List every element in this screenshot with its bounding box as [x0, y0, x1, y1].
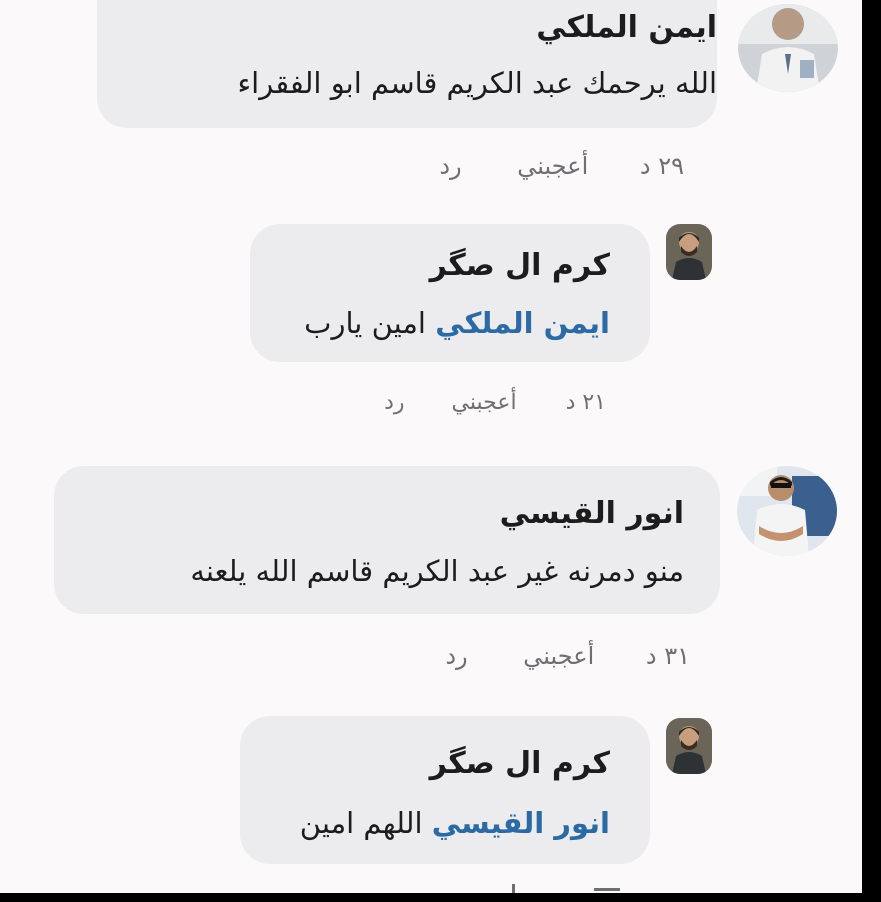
like-button[interactable]: أعجبني: [517, 152, 588, 180]
comment-bubble: ايمن الملكي الله يرحمك عبد الكريم قاسم ا…: [97, 0, 717, 128]
reply-button[interactable]: رد: [445, 642, 467, 670]
comment-time: ٣١ د: [645, 642, 690, 670]
like-button[interactable]: أعجبني: [452, 390, 517, 415]
avatar-karam[interactable]: [666, 718, 712, 774]
comment-time: ٢١ د: [565, 390, 606, 415]
comments-panel: ايمن الملكي الله يرحمك عبد الكريم قاسم ا…: [0, 0, 862, 893]
comment-author[interactable]: كرم ال صگر: [430, 746, 610, 781]
comment-text: الله يرحمك عبد الكريم قاسم ابو الفقراء: [237, 66, 717, 100]
reply-button[interactable]: رد: [439, 152, 461, 180]
comment-author[interactable]: انور القيسي: [500, 496, 684, 531]
reply-bubble: كرم ال صگر ايمن الملكي امين يارب: [250, 224, 650, 362]
reply-bubble: كرم ال صگر انور القيسي اللهم امين: [240, 716, 650, 864]
comment-actions: ٣١ د أعجبني رد: [445, 642, 690, 670]
reply-button[interactable]: رد: [384, 390, 404, 415]
comment-author[interactable]: كرم ال صگر: [430, 248, 610, 283]
comment-actions: ٢١ د أعجبني رد: [384, 390, 606, 415]
mention-link[interactable]: انور القيسي: [432, 806, 610, 840]
cut-off-actions: [594, 888, 620, 891]
comment-text: ايمن الملكي امين يارب: [304, 306, 610, 340]
avatar-anwar[interactable]: [737, 466, 837, 556]
cut-off-actions: [512, 884, 515, 893]
reply-text: امين يارب: [304, 306, 426, 340]
comment-bubble: انور القيسي منو دمرنه غير عبد الكريم قاس…: [54, 466, 720, 614]
avatar-karam[interactable]: [666, 224, 712, 280]
comment-author[interactable]: ايمن الملكي: [536, 10, 717, 45]
avatar-ayman[interactable]: [738, 4, 838, 92]
reply-text: اللهم امين: [299, 806, 423, 840]
comment-time: ٢٩ د: [639, 152, 684, 180]
like-button[interactable]: أعجبني: [523, 642, 594, 670]
comment-text: منو دمرنه غير عبد الكريم قاسم الله يلعنه: [190, 554, 684, 588]
comment-actions: ٢٩ د أعجبني رد: [439, 152, 684, 180]
comment-text: انور القيسي اللهم امين: [300, 806, 610, 840]
mention-link[interactable]: ايمن الملكي: [435, 306, 610, 340]
